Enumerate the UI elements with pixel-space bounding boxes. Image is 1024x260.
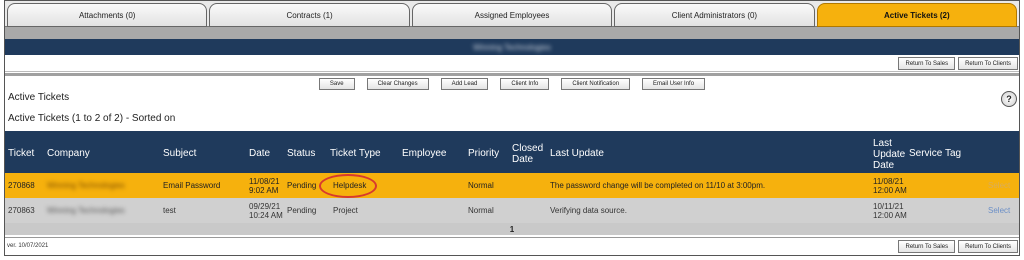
tab-bar: Attachments (0) Contracts (1) Assigned E… xyxy=(5,1,1019,27)
ticket-time: 9:02 AM xyxy=(249,185,279,195)
tab-attachments[interactable]: Attachments (0) xyxy=(7,3,208,27)
col-last-update-date[interactable]: Last Update Date xyxy=(873,138,907,171)
client-notification-button[interactable]: Client Notification xyxy=(561,77,631,90)
table-row[interactable]: 270868 Winning Technologies Email Passwo… xyxy=(5,173,1019,198)
select-link[interactable]: Select xyxy=(988,198,1010,223)
ticket-priority: Normal xyxy=(468,181,494,190)
ticket-number: 270863 xyxy=(8,206,35,215)
save-button[interactable]: Save xyxy=(318,77,355,90)
col-closed-date[interactable]: Closed Date xyxy=(512,143,546,165)
col-priority[interactable]: Priority xyxy=(468,148,499,159)
ticket-subject: test xyxy=(163,206,176,215)
col-date[interactable]: Date xyxy=(249,148,270,159)
footer: ver. 10/07/2021 Return To Sales Return T… xyxy=(5,237,1019,255)
tickets-table-header: Ticket Company Subject Date Status Ticke… xyxy=(5,131,1019,173)
table-row[interactable]: 270863 Winning Technologies test 09/29/2… xyxy=(5,198,1019,223)
col-last-update[interactable]: Last Update xyxy=(550,148,604,159)
ticket-status: Pending xyxy=(287,206,317,215)
tab-client-administrators[interactable]: Client Administrators (0) xyxy=(614,3,815,27)
version-label: ver. 10/07/2021 xyxy=(7,243,49,249)
page-number[interactable]: 1 xyxy=(510,225,514,234)
return-to-sales-button[interactable]: Return To Sales xyxy=(898,240,956,253)
col-company[interactable]: Company xyxy=(47,148,90,159)
ticket-time: 10:24 AM xyxy=(249,210,283,220)
last-update-text: The password change will be completed on… xyxy=(550,181,766,190)
last-update-date: 11/08/21 xyxy=(873,176,904,186)
tab-contracts[interactable]: Contracts (1) xyxy=(209,3,410,27)
ticket-subject: Email Password xyxy=(163,181,221,190)
last-update-date: 10/11/21 xyxy=(873,201,904,211)
help-icon[interactable]: ? xyxy=(1001,91,1017,107)
pagination: 1 xyxy=(5,223,1019,235)
annotation-circle xyxy=(319,174,377,198)
top-nav-buttons: Return To Sales Return To Clients xyxy=(5,56,1019,72)
return-to-sales-button[interactable]: Return To Sales xyxy=(898,57,956,70)
return-to-clients-button[interactable]: Return To Clients xyxy=(958,240,1018,253)
col-ticket-type[interactable]: Ticket Type xyxy=(330,148,381,159)
col-employee[interactable]: Employee xyxy=(402,148,446,159)
last-update-text: Verifying data source. xyxy=(550,206,627,215)
return-to-clients-button[interactable]: Return To Clients xyxy=(958,57,1018,70)
add-lead-button[interactable]: Add Lead xyxy=(440,77,489,90)
company-name-redacted: Winning Technologies xyxy=(47,181,125,190)
ticket-date: 09/29/21 xyxy=(249,201,281,211)
clear-changes-button[interactable]: Clear Changes xyxy=(366,77,429,90)
select-link[interactable]: Select xyxy=(988,173,1010,198)
footer-nav-buttons: Return To Sales Return To Clients xyxy=(898,240,1018,253)
ticket-priority: Normal xyxy=(468,206,494,215)
tab-assigned-employees[interactable]: Assigned Employees xyxy=(411,3,613,27)
last-update-time: 12:00 AM xyxy=(873,210,907,220)
col-subject[interactable]: Subject xyxy=(163,148,196,159)
col-status[interactable]: Status xyxy=(287,148,315,159)
ticket-date: 11/08/21 xyxy=(249,176,280,186)
last-update-time: 12:00 AM xyxy=(873,185,907,195)
ticket-number: 270868 xyxy=(8,181,35,190)
client-detail-frame: Attachments (0) Contracts (1) Assigned E… xyxy=(4,0,1020,256)
client-info-button[interactable]: Client Info xyxy=(500,77,550,90)
company-name-redacted: Winning Technologies xyxy=(47,206,125,215)
tickets-subtitle: Active Tickets (1 to 2 of 2) - Sorted on xyxy=(8,113,176,124)
section-title: Active Tickets xyxy=(8,92,70,103)
ticket-type: Project xyxy=(333,206,358,215)
client-name-banner: Winning Technologies xyxy=(5,39,1019,55)
col-service-tag[interactable]: Service Tag xyxy=(909,148,961,159)
ticket-status: Pending xyxy=(287,181,317,190)
divider-bar xyxy=(5,27,1019,39)
email-user-info-button[interactable]: Email User Info xyxy=(642,77,706,90)
action-toolbar: Save Clear Changes Add Lead Client Info … xyxy=(5,76,1019,91)
col-ticket[interactable]: Ticket xyxy=(8,148,34,159)
client-name-redacted: Winning Technologies xyxy=(473,42,551,52)
tab-active-tickets[interactable]: Active Tickets (2) xyxy=(816,3,1018,27)
